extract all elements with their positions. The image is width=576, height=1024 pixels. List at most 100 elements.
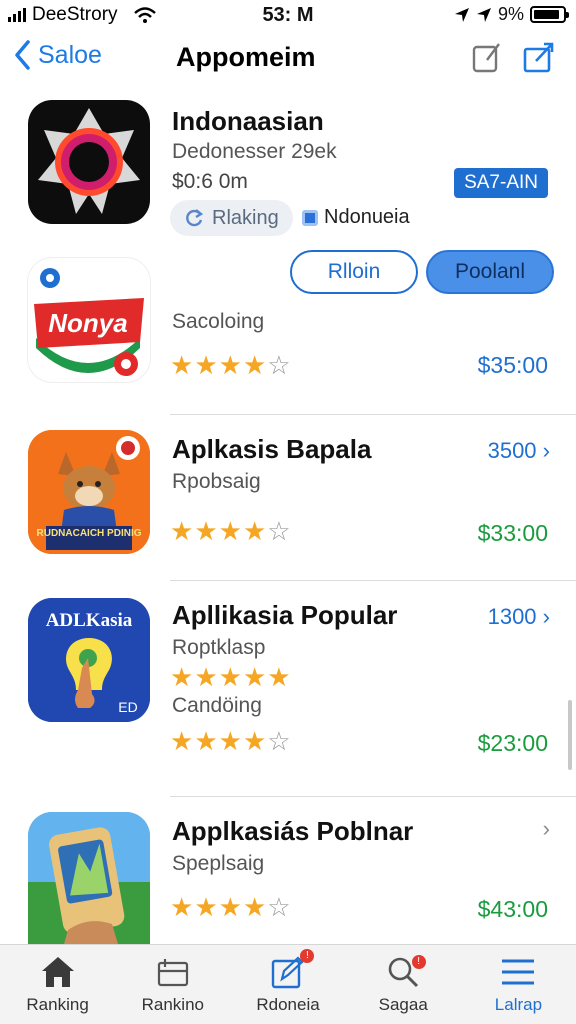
star-filled-icon: ★	[242, 662, 267, 692]
app-row[interactable]: Applkasiás Poblnar Speplsaig › ★ ★ ★ ★ ☆ $43…	[0, 798, 576, 944]
star-filled-icon: ★	[267, 662, 291, 692]
fox-mascot-image: RUDNACAICH PDINIG	[28, 430, 150, 554]
notification-dot: !	[411, 955, 426, 969]
details-link[interactable]: 3500 ›	[488, 438, 550, 464]
chevron-right-icon: ›	[542, 438, 550, 463]
star-empty-icon: ☆	[267, 516, 291, 546]
app-subtitle: Rpobsaig	[172, 470, 261, 493]
price-label[interactable]: $33:00	[478, 520, 548, 547]
battery-percent: 9%	[497, 4, 524, 24]
fox-app-icon[interactable]: RUDNACAICH PDINIG	[28, 430, 150, 554]
app-row[interactable]: Nonya Rlloin Poolanl Sacoloing ★ ★ ★ ★ ☆ $35…	[0, 246, 576, 416]
compose-icon[interactable]	[470, 40, 504, 74]
divider	[170, 580, 576, 581]
region-tag: Ndonueia	[302, 206, 410, 229]
icon-corner-text: ED	[118, 699, 137, 715]
chevron-right-icon: ›	[542, 604, 550, 629]
back-label: Saloe	[38, 40, 102, 69]
star-filled-icon: ★	[194, 726, 218, 756]
app-meta: $0:6 0m	[172, 170, 248, 193]
phone-app-icon[interactable]	[28, 812, 150, 944]
chip-label: Rlaking	[212, 206, 279, 229]
rating-stars: ★ ★ ★ ★ ☆	[170, 894, 291, 920]
star-filled-icon: ★	[218, 350, 242, 380]
fox-banner-text: RUDNACAICH PDINIG	[37, 528, 142, 539]
location-icon-2	[476, 7, 491, 22]
star-filled-icon: ★	[170, 350, 194, 380]
status-bar: DeeStrory 53: M 9%	[0, 0, 576, 30]
tab-label: Sagaa	[378, 995, 428, 1014]
back-button[interactable]: Saloe	[14, 40, 102, 70]
tab-label: Ranking	[26, 995, 89, 1014]
tab-label: Rdoneia	[256, 995, 320, 1014]
star-filled-icon: ★	[218, 892, 242, 922]
rating-stars: ★ ★ ★ ★ ☆	[170, 352, 291, 378]
refresh-icon	[186, 209, 204, 227]
scroll-indicator[interactable]	[568, 700, 572, 770]
star-filled-icon: ★	[242, 516, 267, 546]
star-filled-icon: ★	[170, 516, 194, 546]
star-filled-icon: ★	[194, 516, 218, 546]
tab-rdoneia[interactable]: ! Rdoneia	[230, 945, 345, 1024]
divider	[170, 796, 576, 797]
price-label[interactable]: $23:00	[478, 730, 548, 757]
app-row[interactable]: ADLKasia ED Apllikasia Popular Roptklasp…	[0, 582, 576, 796]
star-empty-icon: ☆	[267, 350, 291, 380]
ranking-chip[interactable]: Rlaking	[170, 200, 293, 236]
featured-app-row[interactable]: Indonaasian Dedonesser 29ek $0:6 0m SA7-…	[0, 96, 576, 236]
tag-label: Ndonueia	[324, 206, 410, 228]
lightbulb-hand-image: ADLKasia ED	[28, 598, 150, 722]
box-icon	[157, 959, 188, 987]
notification-dot: !	[300, 949, 315, 963]
star-filled-icon: ★	[170, 892, 194, 922]
star-empty-icon: ☆	[267, 726, 291, 756]
tab-ranking[interactable]: Ranking	[0, 945, 115, 1024]
star-filled-icon: ★	[242, 892, 267, 922]
app-subtitle: Speplsaig	[172, 852, 265, 875]
details-link[interactable]: 1300 ›	[488, 604, 550, 630]
divider	[170, 414, 576, 415]
star-filled-icon: ★	[194, 892, 218, 922]
link-value: 1300	[487, 604, 537, 629]
app-subtitle: Dedonesser 29ek	[172, 140, 337, 163]
tab-rankino[interactable]: Rankino	[115, 945, 230, 1024]
tab-lalrap[interactable]: Lalrap	[461, 945, 576, 1024]
popular-button[interactable]: Poolanl	[426, 250, 554, 294]
featured-app-icon[interactable]	[28, 100, 150, 224]
price-label[interactable]: $35:00	[478, 352, 548, 379]
star-ring-logo	[38, 108, 140, 214]
app-subtitle: Sacoloing	[172, 310, 265, 333]
rating-stars: ★ ★ ★ ★ ☆	[170, 728, 291, 754]
tab-label: Lalrap	[494, 995, 543, 1014]
status-badge[interactable]: SA7-AIN	[454, 168, 548, 198]
tab-label: Rankino	[141, 995, 204, 1014]
tab-sagaa[interactable]: ! Sagaa	[346, 945, 461, 1024]
app-row[interactable]: RUDNACAICH PDINIG Aplkasis Bapala Rpobsa…	[0, 416, 576, 582]
lightbulb-app-icon[interactable]: ADLKasia ED	[28, 598, 150, 722]
star-filled-icon: ★	[194, 662, 218, 692]
star-filled-icon: ★	[170, 662, 194, 692]
star-filled-icon: ★	[218, 662, 242, 692]
navigation-bar: Saloe Appomeim	[0, 32, 576, 88]
app-subtitle-secondary: Candöing	[172, 694, 262, 717]
tab-bar: Ranking Rankino ! Rdoneia ! Sagaa Lalrap	[0, 944, 576, 1024]
location-icon	[454, 7, 469, 22]
star-filled-icon: ★	[242, 350, 267, 380]
app-name: Applkasiás Poblnar	[172, 816, 414, 846]
star-filled-icon: ★	[218, 516, 242, 546]
flag-icon	[302, 209, 318, 226]
rating-stars: ★ ★ ★ ★ ☆	[170, 518, 291, 544]
nonya-logo: Nonya	[34, 268, 144, 376]
app-name: Indonaasian	[172, 106, 324, 136]
icon-title-text: ADLKasia	[46, 610, 133, 631]
price-label[interactable]: $43:00	[478, 896, 548, 923]
chevron-right-icon[interactable]: ›	[543, 816, 550, 842]
secondary-button[interactable]: Rlloin	[290, 250, 418, 294]
nonya-app-icon[interactable]: Nonya	[28, 258, 150, 382]
app-name: Apllikasia Popular	[172, 600, 398, 630]
star-filled-icon: ★	[194, 350, 218, 380]
menu-icon	[502, 959, 535, 985]
share-icon[interactable]	[522, 40, 556, 74]
star-filled-icon: ★	[242, 726, 267, 756]
link-value: 3500	[487, 438, 537, 463]
